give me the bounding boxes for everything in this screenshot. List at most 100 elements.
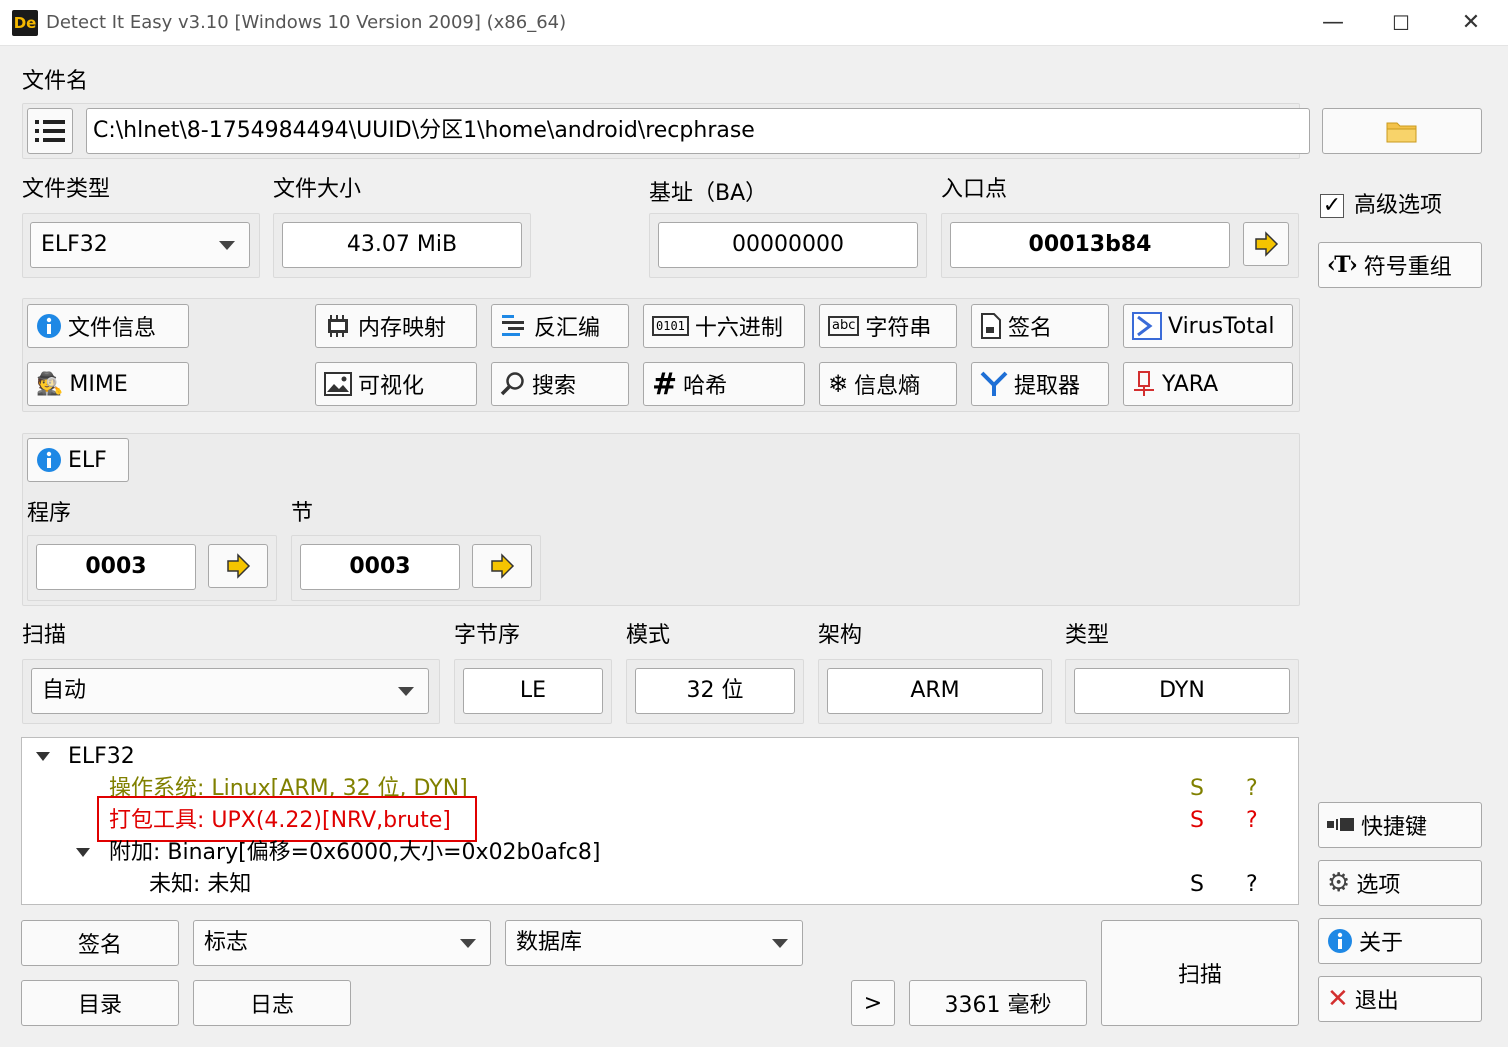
hex-icon: 0101 bbox=[652, 316, 689, 336]
maximize-button[interactable]: ☐ bbox=[1378, 6, 1424, 40]
tree-row-packer[interactable]: 打包工具: UPX(4.22)[NRV,brute] bbox=[109, 807, 451, 835]
yara-label: YARA bbox=[1162, 371, 1219, 397]
expand-arrow-icon[interactable] bbox=[76, 848, 90, 857]
tree-row-unknown-q[interactable]: ? bbox=[1246, 871, 1258, 899]
snowflake-icon: ❄ bbox=[828, 370, 849, 398]
file-path-input[interactable]: C:\hlnet\8-1754984494\UUID\分区1\home\andr… bbox=[86, 108, 1310, 154]
virustotal-button[interactable]: VirusTotal bbox=[1123, 304, 1293, 348]
type-label: 类型 bbox=[1065, 623, 1110, 648]
hash-label: 哈希 bbox=[683, 374, 728, 399]
symbols-button[interactable]: ‹T› 符号重组 bbox=[1318, 242, 1482, 288]
tree-row-unknown[interactable]: 未知: 未知 bbox=[149, 871, 251, 899]
about-label: 关于 bbox=[1359, 931, 1404, 956]
signature-button[interactable]: 签名 bbox=[971, 304, 1109, 348]
folder-icon bbox=[1386, 122, 1417, 143]
mime-label: MIME bbox=[69, 371, 128, 397]
mime-button[interactable]: 🕵 MIME bbox=[27, 362, 189, 406]
entropy-button[interactable]: ❄ 信息熵 bbox=[819, 362, 957, 406]
file-type-select[interactable]: ELF32 bbox=[30, 222, 250, 268]
scan-mode-value: 自动 bbox=[42, 678, 87, 703]
scan-mode-select[interactable]: 自动 bbox=[31, 668, 429, 714]
scan-button[interactable]: 扫描 bbox=[1101, 920, 1299, 1026]
memory-map-button[interactable]: 内存映射 bbox=[315, 304, 477, 348]
chevron-down-icon bbox=[772, 939, 788, 948]
tree-row-packer-q[interactable]: ? bbox=[1246, 807, 1258, 835]
sections-label: 节 bbox=[291, 501, 314, 526]
symbols-label: 符号重组 bbox=[1363, 255, 1452, 280]
results-tree[interactable]: ELF32 操作系统: Linux[ARM, 32 位, DYN] S ? 打包… bbox=[21, 737, 1299, 905]
yara-button[interactable]: YARA bbox=[1123, 362, 1293, 406]
options-button[interactable]: ⚙ 选项 bbox=[1318, 860, 1482, 906]
programs-field: 0003 bbox=[36, 544, 196, 590]
file-size-label: 文件大小 bbox=[273, 177, 362, 202]
strings-label: 字符串 bbox=[865, 316, 932, 341]
type-field: DYN bbox=[1074, 668, 1290, 714]
hex-label: 十六进制 bbox=[694, 316, 783, 341]
disassembly-icon bbox=[502, 315, 524, 336]
more-button[interactable]: > bbox=[851, 980, 895, 1026]
info-icon bbox=[1328, 929, 1352, 953]
flags-value: 标志 bbox=[204, 930, 249, 955]
hex-button[interactable]: 0101 十六进制 bbox=[643, 304, 805, 348]
database-select[interactable]: 数据库 bbox=[505, 920, 803, 966]
file-type-label: 文件类型 bbox=[22, 177, 111, 202]
arrow-right-icon bbox=[227, 553, 251, 579]
minimize-button[interactable]: — bbox=[1310, 6, 1356, 40]
advanced-label: 高级选项 bbox=[1354, 193, 1443, 218]
directory-button[interactable]: 目录 bbox=[21, 980, 179, 1026]
entry-point-label: 入口点 bbox=[941, 177, 1008, 202]
tree-row-overlay[interactable]: 附加: Binary[偏移=0x6000,大小=0x02b0afc8] bbox=[109, 839, 600, 867]
search-icon bbox=[500, 372, 524, 396]
list-icon bbox=[35, 120, 65, 142]
extractor-button[interactable]: 提取器 bbox=[971, 362, 1109, 406]
log-button[interactable]: 日志 bbox=[193, 980, 351, 1026]
goto-sections-button[interactable] bbox=[472, 544, 532, 588]
mode-field: 32 位 bbox=[635, 668, 795, 714]
file-type-value: ELF32 bbox=[41, 232, 108, 257]
extractor-icon bbox=[980, 371, 1008, 396]
list-menu-button[interactable] bbox=[27, 108, 73, 154]
text-cursor-icon: ‹T› bbox=[1327, 252, 1358, 278]
strings-button[interactable]: abc 字符串 bbox=[819, 304, 957, 348]
window-title: Detect It Easy v3.10 [Windows 10 Version… bbox=[46, 12, 567, 33]
close-icon: ✕ bbox=[1327, 984, 1349, 1014]
checkmark-icon: ✓ bbox=[1320, 194, 1344, 218]
elf-label: ELF bbox=[68, 447, 107, 473]
exit-button[interactable]: ✕ 退出 bbox=[1318, 976, 1482, 1022]
search-button[interactable]: 搜索 bbox=[491, 362, 629, 406]
yara-icon bbox=[1134, 371, 1154, 396]
visualize-button[interactable]: 可视化 bbox=[315, 362, 477, 406]
signatures-button[interactable]: 签名 bbox=[21, 920, 179, 966]
shortcuts-button[interactable]: 快捷键 bbox=[1318, 802, 1482, 848]
entry-point-field: 00013b84 bbox=[950, 222, 1230, 268]
entropy-label: 信息熵 bbox=[854, 374, 921, 399]
file-name-label: 文件名 bbox=[22, 69, 89, 94]
info-icon bbox=[37, 448, 61, 472]
disasm-button[interactable]: 反汇编 bbox=[491, 304, 629, 348]
close-button[interactable]: ✕ bbox=[1448, 6, 1494, 40]
base-address-field: 00000000 bbox=[658, 222, 918, 268]
flags-select[interactable]: 标志 bbox=[193, 920, 491, 966]
goto-programs-button[interactable] bbox=[208, 544, 268, 588]
virustotal-icon bbox=[1132, 312, 1162, 340]
goto-entry-button[interactable] bbox=[1243, 222, 1289, 266]
mode-label: 模式 bbox=[626, 623, 671, 648]
open-file-button[interactable] bbox=[1322, 108, 1482, 154]
advanced-checkbox[interactable]: ✓ 高级选项 bbox=[1320, 192, 1442, 220]
programs-label: 程序 bbox=[27, 501, 72, 526]
visualize-label: 可视化 bbox=[358, 374, 425, 399]
gear-icon: ⚙ bbox=[1327, 868, 1351, 898]
file-info-button[interactable]: 文件信息 bbox=[27, 304, 189, 348]
file-size-field: 43.07 MiB bbox=[282, 222, 522, 268]
hash-button[interactable]: # 哈希 bbox=[643, 362, 805, 406]
expand-arrow-icon[interactable] bbox=[36, 752, 50, 761]
chevron-down-icon bbox=[219, 241, 235, 250]
tree-row-os-q[interactable]: ? bbox=[1246, 775, 1258, 803]
tree-root[interactable]: ELF32 bbox=[68, 743, 135, 771]
info-icon bbox=[37, 314, 61, 338]
elf-button[interactable]: ELF bbox=[27, 438, 129, 482]
elapsed-time: 3361 毫秒 bbox=[909, 980, 1087, 1026]
disasm-label: 反汇编 bbox=[534, 316, 601, 341]
panel-divider bbox=[1312, 180, 1316, 1026]
about-button[interactable]: 关于 bbox=[1318, 918, 1482, 964]
